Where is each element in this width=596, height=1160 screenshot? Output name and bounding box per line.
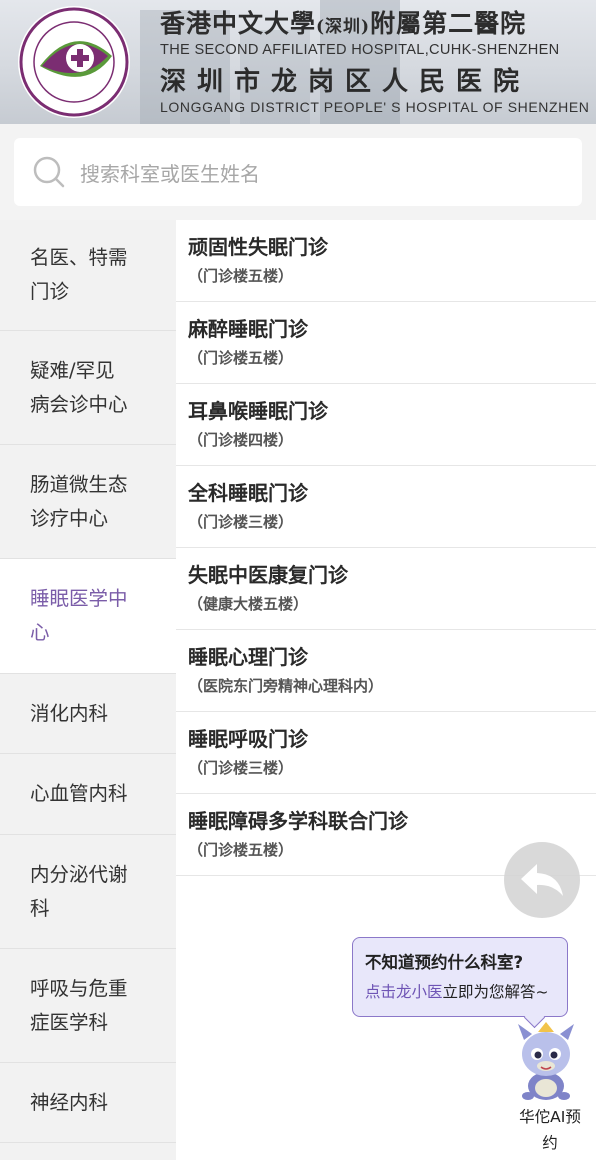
list-item[interactable]: 耳鼻喉睡眠门诊 （门诊楼四楼） — [176, 384, 596, 466]
hospital-name-cn: 香港中文大學(深圳)附屬第二醫院 — [160, 9, 527, 38]
clinic-name: 睡眠障碍多学科联合门诊 — [188, 809, 408, 833]
clinic-name: 麻醉睡眠门诊 — [188, 317, 308, 341]
list-item[interactable]: 失眠中医康复门诊 （健康大楼五楼） — [176, 548, 596, 630]
assistant-question: 不知道预约什么科室? — [365, 953, 524, 972]
clinic-location: （健康大楼五楼） — [188, 595, 309, 613]
clinic-name: 全科睡眠门诊 — [188, 481, 308, 505]
list-item[interactable]: 睡眠心理门诊 （医院东门旁精神心理科内） — [176, 630, 596, 712]
clinic-name: 失眠中医康复门诊 — [188, 563, 348, 587]
sidebar-item-famous-doctors[interactable]: 名医、特需 门诊 — [0, 220, 176, 331]
sidebar-item-gut-microbiome[interactable]: 肠道微生态 诊疗中心 — [0, 445, 176, 559]
sidebar-item-cardiology[interactable]: 心血管内科 — [0, 754, 176, 835]
clinic-location: （医院东门旁精神心理科内） — [188, 677, 384, 695]
sidebar-item-gastroenterology[interactable]: 消化内科 — [0, 674, 176, 754]
clinic-location: （门诊楼五楼） — [188, 349, 294, 367]
list-item[interactable]: 睡眠呼吸门诊 （门诊楼三楼） — [176, 712, 596, 794]
department-sidebar: 名医、特需 门诊 疑难/罕见 病会诊中心 肠道微生态 诊疗中心 睡眠医学中心 消化内科… — [0, 220, 176, 1160]
search-placeholder: 搜索科室或医生姓名 — [80, 161, 260, 186]
sidebar-item-endocrinology[interactable]: 内分泌代谢科 — [0, 835, 176, 949]
search-area: 搜索科室或医生姓名 — [0, 124, 596, 220]
clinic-location: （门诊楼三楼） — [188, 513, 294, 531]
hospital-name-en: THE SECOND AFFILIATED HOSPITAL,CUHK-SHEN… — [160, 42, 560, 58]
clinic-name: 耳鼻喉睡眠门诊 — [188, 399, 328, 423]
search-icon — [33, 156, 65, 188]
list-item[interactable]: 麻醉睡眠门诊 （门诊楼五楼） — [176, 302, 596, 384]
sidebar-item-rare-disease[interactable]: 疑难/罕见 病会诊中心 — [0, 331, 176, 445]
back-arrow-icon — [521, 864, 563, 896]
sidebar-item-neurology[interactable]: 神经内科 — [0, 1063, 176, 1143]
district-hospital-name-en: LONGGANG DISTRICT PEOPLE' S HOSPITAL OF … — [160, 99, 590, 115]
list-item[interactable]: 全科睡眠门诊 （门诊楼三楼） — [176, 466, 596, 548]
clinic-location: （门诊楼五楼） — [188, 267, 294, 285]
list-item[interactable]: 顽固性失眠门诊 （门诊楼五楼） — [176, 220, 596, 302]
clinic-location: （门诊楼四楼） — [188, 431, 294, 449]
assistant-link[interactable]: 点击龙小医 — [365, 983, 443, 1001]
ai-assistant-prompt[interactable]: 不知道预约什么科室? 点击龙小医立即为您解答~ — [352, 937, 568, 1029]
sidebar-item-sleep-medicine[interactable]: 睡眠医学中心 — [0, 559, 176, 674]
sidebar-item-respiratory[interactable]: 呼吸与危重 症医学科 — [0, 949, 176, 1063]
hospital-logo — [18, 6, 130, 118]
clinic-name: 睡眠呼吸门诊 — [188, 727, 308, 751]
clinic-name: 睡眠心理门诊 — [188, 645, 308, 669]
search-input[interactable]: 搜索科室或医生姓名 — [14, 138, 582, 206]
back-button[interactable] — [504, 842, 580, 918]
ai-booking-label[interactable]: 华佗AI预 约 — [508, 1104, 592, 1156]
district-hospital-name-cn: 深圳市龙岗区人民医院 — [160, 67, 531, 97]
dragon-mascot-icon[interactable] — [514, 1020, 578, 1102]
hospital-banner: 香港中文大學(深圳)附屬第二醫院 THE SECOND AFFILIATED H… — [0, 0, 596, 124]
clinic-location: （门诊楼三楼） — [188, 759, 294, 777]
assistant-answer: 点击龙小医立即为您解答~ — [365, 983, 549, 1001]
clinic-name: 顽固性失眠门诊 — [188, 235, 328, 259]
